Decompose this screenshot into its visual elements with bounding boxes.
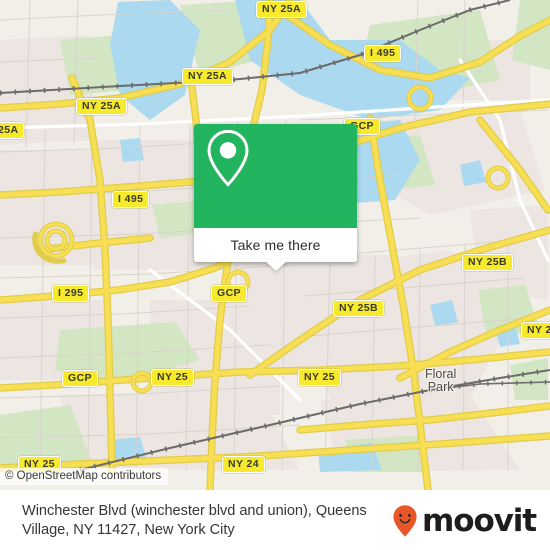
route-shield: NY 25A: [76, 98, 127, 115]
route-shield: I 495: [364, 45, 402, 62]
route-shield: NY 24: [222, 456, 265, 473]
route-shield: GCP: [62, 370, 98, 387]
osm-attribution[interactable]: © OpenStreetMap contributors: [0, 468, 169, 485]
route-shield: I 295: [52, 285, 90, 302]
popup-header: [194, 124, 357, 228]
route-shield: I 495: [112, 191, 150, 208]
take-me-there-button[interactable]: Take me there: [194, 228, 357, 262]
map-screenshot: NY 25A I 495 NY 25A NY 25A 25A GCP I 495 NY 25B…: [0, 0, 550, 550]
popup-pointer: [265, 261, 287, 271]
place-label: Floral Park: [425, 367, 457, 394]
moovit-pin-smiley-icon: [393, 505, 417, 537]
moovit-wordmark: moovit: [422, 502, 537, 539]
location-popup[interactable]: Take me there: [194, 124, 357, 271]
route-shield: 25A: [0, 122, 25, 139]
route-shield: NY 2: [521, 322, 550, 339]
map-pin-icon: [207, 129, 249, 187]
route-shield: NY 25B: [462, 254, 513, 271]
footer-bar: Winchester Blvd (winchester blvd and uni…: [0, 490, 550, 550]
map-canvas[interactable]: NY 25A I 495 NY 25A NY 25A 25A GCP I 495 NY 25B…: [0, 0, 550, 490]
address-text: Winchester Blvd (winchester blvd and uni…: [22, 502, 367, 538]
moovit-logo[interactable]: moovit: [391, 504, 550, 538]
take-me-there-label: Take me there: [230, 237, 321, 253]
route-shield: NY 25B: [333, 300, 384, 317]
route-shield: NY 25: [298, 369, 341, 386]
route-shield: GCP: [211, 285, 247, 302]
route-shield: NY 25A: [256, 1, 307, 18]
route-shield: NY 25: [151, 369, 194, 386]
route-shield: NY 25A: [182, 68, 233, 85]
